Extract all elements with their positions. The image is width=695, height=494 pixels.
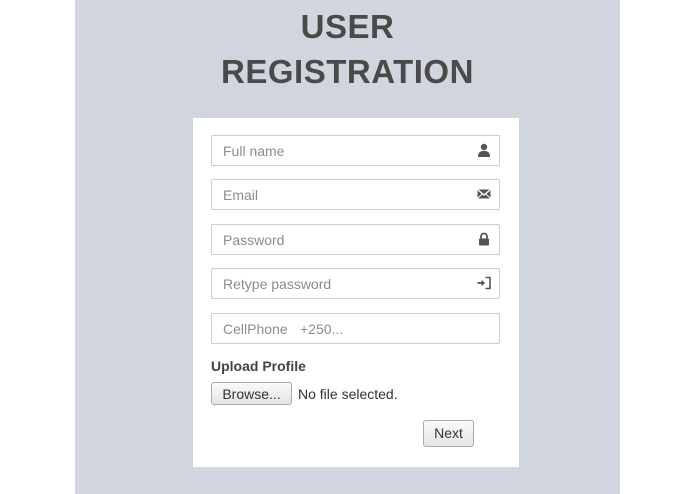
sign-in-icon — [477, 276, 491, 290]
cellphone-placeholder: CellPhone — [223, 321, 288, 337]
cellphone-input[interactable]: CellPhone +250... — [211, 313, 500, 344]
page-title-line2: REGISTRATION — [221, 53, 474, 90]
password-placeholder: Password — [223, 232, 285, 248]
password-input[interactable]: Password — [211, 224, 500, 255]
envelope-icon — [477, 187, 491, 201]
upload-profile-label: Upload Profile — [211, 358, 306, 374]
registration-form: Full name Email Password Retype password… — [193, 118, 519, 467]
user-icon — [477, 143, 491, 157]
browse-button[interactable]: Browse... — [211, 382, 292, 405]
retype-password-input[interactable]: Retype password — [211, 268, 500, 299]
file-status-text: No file selected. — [298, 386, 398, 402]
email-placeholder: Email — [223, 187, 259, 203]
next-button[interactable]: Next — [423, 420, 474, 447]
email-input[interactable]: Email — [211, 179, 500, 210]
full-name-input[interactable]: Full name — [211, 135, 500, 166]
lock-icon — [477, 232, 491, 246]
page-title-line1: USER — [300, 8, 395, 45]
cellphone-hint: +250... — [300, 321, 344, 337]
full-name-placeholder: Full name — [223, 143, 285, 159]
retype-password-placeholder: Retype password — [223, 276, 332, 292]
